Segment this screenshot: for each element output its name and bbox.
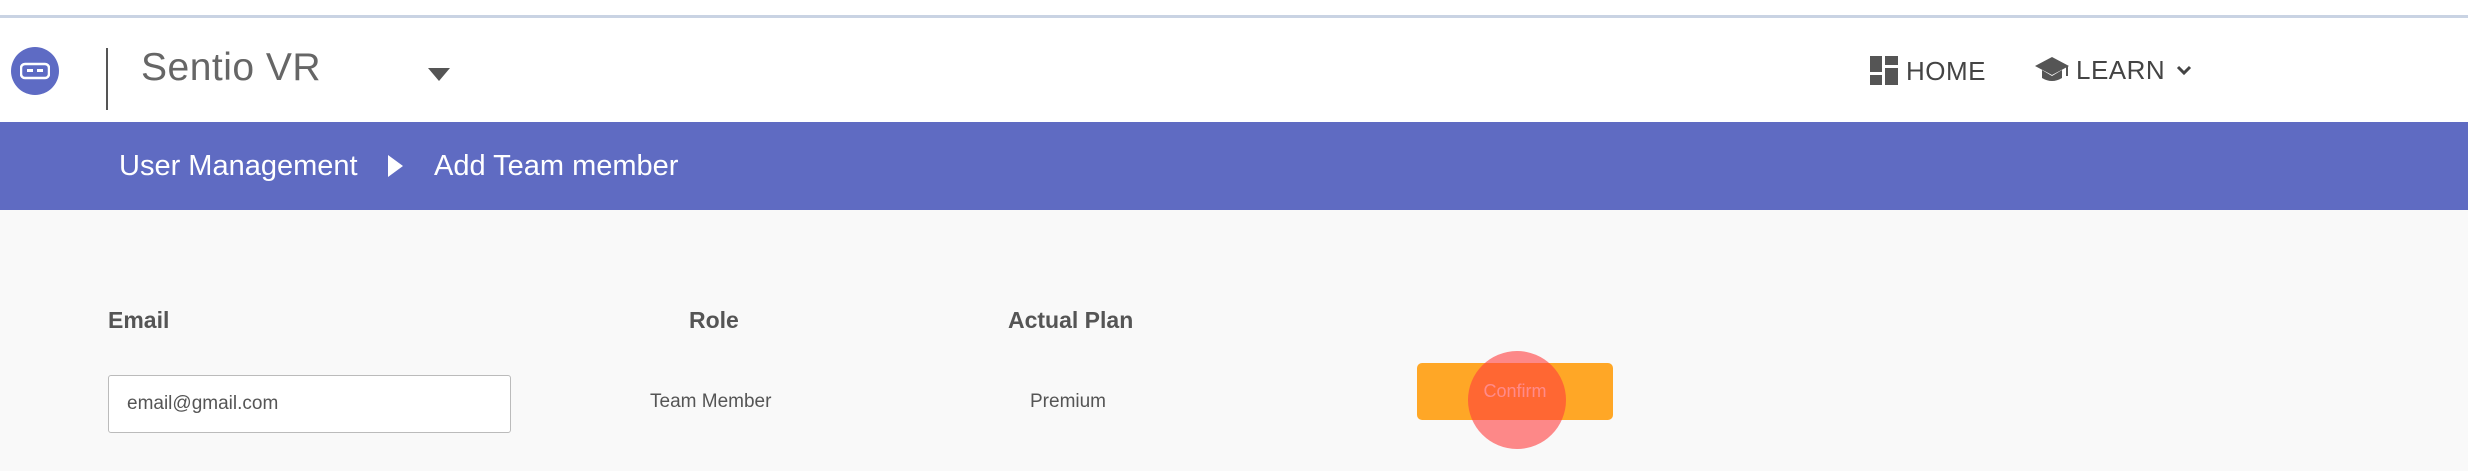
nav-home-label: HOME (1906, 55, 1986, 86)
confirm-button[interactable]: Confirm (1417, 363, 1613, 420)
nav-home[interactable]: HOME (1870, 55, 1986, 87)
nav-learn-label: LEARN (2076, 54, 2166, 85)
email-field[interactable] (108, 375, 511, 433)
app-header: Sentio VR HOME LEARN (0, 18, 2468, 122)
chevron-down-icon (2177, 65, 2192, 76)
email-column-header: Email (108, 307, 170, 333)
header-divider (106, 48, 108, 110)
breadcrumb-current: Add Team member (434, 150, 679, 182)
dashboard-icon (1870, 56, 1900, 86)
nav-learn[interactable]: LEARN (2034, 53, 2193, 87)
breadcrumb: User Management Add Team member (0, 122, 2468, 210)
plan-column-header: Actual Plan (1008, 307, 1134, 333)
vr-headset-icon (20, 62, 50, 80)
role-column-header: Role (689, 307, 739, 333)
role-value: Team Member (650, 391, 772, 412)
breadcrumb-separator-icon (388, 155, 403, 177)
graduation-cap-icon (2035, 57, 2069, 81)
app-title: Sentio VR (141, 46, 322, 89)
app-logo[interactable] (11, 47, 59, 95)
app-switcher-dropdown-icon[interactable] (428, 68, 450, 81)
plan-value: Premium (1030, 391, 1107, 412)
breadcrumb-user-management[interactable]: User Management (119, 150, 358, 183)
top-border (0, 0, 2468, 18)
